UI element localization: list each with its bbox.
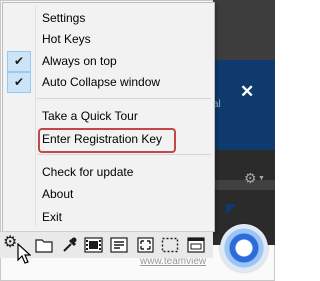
menu-item-label: Always on top xyxy=(42,54,117,68)
menu-item-settings[interactable]: Settings xyxy=(4,8,213,28)
menu-item-label: Auto Collapse window xyxy=(42,75,161,89)
menu-item-label: Check for update xyxy=(42,165,134,179)
folder-icon[interactable] xyxy=(35,237,53,253)
checkmark-icon: ✔ xyxy=(7,51,31,72)
checkmark-icon: ✔ xyxy=(7,72,31,93)
selection-rect-icon[interactable] xyxy=(161,237,179,253)
expand-icon[interactable] xyxy=(137,237,154,253)
window-icon[interactable] xyxy=(187,237,205,253)
film-icon[interactable] xyxy=(84,237,103,253)
capture-button[interactable] xyxy=(220,224,268,272)
menu-item-label: Take a Quick Tour xyxy=(42,109,138,123)
background-panel-top xyxy=(213,0,275,60)
gear-icon[interactable]: ⚙ xyxy=(3,234,17,252)
menu-separator xyxy=(37,98,211,99)
context-menu: Settings Hot Keys ✔ Always on top ✔ Auto… xyxy=(2,2,215,232)
highlight-box xyxy=(38,128,176,153)
menu-item-label: Hot Keys xyxy=(42,32,91,46)
menu-item-hot-keys[interactable]: Hot Keys xyxy=(4,29,213,49)
mouse-cursor-icon xyxy=(17,243,31,264)
text-block-icon[interactable] xyxy=(110,237,128,253)
menu-item-label: Settings xyxy=(42,11,86,25)
background-gear-dropdown-icon: ▼ xyxy=(258,175,265,182)
eyedropper-icon[interactable] xyxy=(61,236,77,254)
capture-toolbar: ⚙ xyxy=(0,231,213,258)
menu-item-label: About xyxy=(42,187,74,201)
background-panel-blue xyxy=(213,60,275,150)
menu-item-exit[interactable]: Exit xyxy=(4,207,213,227)
background-close-icon[interactable]: ✕ xyxy=(240,82,254,102)
menu-item-label: Exit xyxy=(42,210,63,224)
menu-separator xyxy=(37,154,211,155)
background-arrow-icon: ◤ xyxy=(226,200,237,216)
menu-item-auto-collapse-window[interactable]: ✔ Auto Collapse window xyxy=(4,72,213,93)
background-gear-icon[interactable]: ⚙ xyxy=(244,170,257,187)
menu-item-always-on-top[interactable]: ✔ Always on top xyxy=(4,51,213,72)
menu-item-check-for-update[interactable]: Check for update xyxy=(4,162,213,182)
menu-item-take-a-quick-tour[interactable]: Take a Quick Tour xyxy=(4,106,213,126)
menu-item-about[interactable]: About xyxy=(4,184,213,204)
